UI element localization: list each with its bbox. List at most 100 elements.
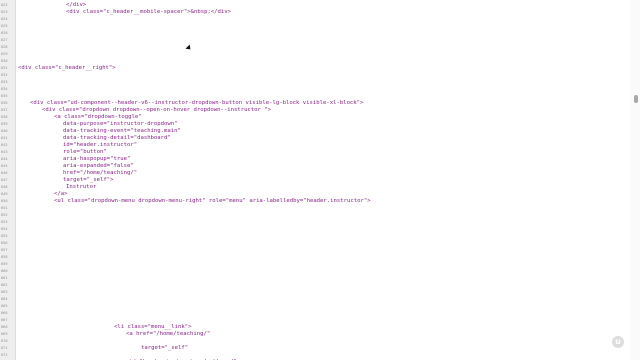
code-text: <div class="c_header__mobile-spacer">&nb… [66,9,232,15]
line-number: 633 [1,80,8,84]
watermark-icon: u [612,336,624,348]
code-line[interactable]: 648 Instrutor [0,184,628,191]
code-line[interactable]: 637 <div class="dropdown dropdown--open-o… [0,107,628,114]
code-line[interactable]: 645 aria-expanded="false" [0,163,628,170]
line-number: 655 [1,234,8,238]
line-number: 652 [1,213,8,217]
line-number: 645 [1,164,8,168]
code-line[interactable]: 627 [0,37,628,44]
code-line[interactable]: 655 [0,233,628,240]
code-line[interactable]: 636 <div class="ud-component--header-v6--… [0,100,628,107]
line-number: 632 [1,73,8,77]
code-text: href="/home/teaching/" [63,170,138,176]
line-number: 667 [1,318,8,322]
line-number: 663 [1,290,8,294]
code-line[interactable]: 656 [0,240,628,247]
line-number: 637 [1,108,8,112]
code-line[interactable]: 653 [0,219,628,226]
code-line[interactable]: 635 [0,93,628,100]
code-line[interactable]: 659 [0,261,628,268]
code-line[interactable]: 631 <div class="c_header__right"> [0,65,628,72]
code-line[interactable]: 650 <ul class="dropdown-menu dropdown-men… [0,198,628,205]
code-line[interactable]: 622 </div> [0,2,628,9]
code-text: data-tracking-event="teaching.main" [63,128,181,134]
scrollbar-thumb[interactable] [634,95,638,103]
code-line[interactable]: 639 data-purpose="instructor-dropdown" [0,121,628,128]
code-text: aria-haspopup="true" [63,156,131,162]
line-number: 669 [1,332,8,336]
code-line[interactable]: 626 [0,30,628,37]
code-line[interactable]: 652 [0,212,628,219]
code-line[interactable]: 633 [0,79,628,86]
line-number: 668 [1,325,8,329]
vertical-scrollbar[interactable] [630,0,640,360]
code-line[interactable]: 642 id="header.instructor" [0,142,628,149]
code-line[interactable]: 649 </a> [0,191,628,198]
code-editor[interactable]: 622 </div> 623 <div class="c_header__mobile… [0,0,628,360]
line-number: 643 [1,150,8,154]
code-line[interactable]: 643 role="button" [0,149,628,156]
code-line[interactable]: 663 [0,289,628,296]
code-text: aria-expanded="false" [63,163,134,169]
code-text: </div> [66,2,87,8]
code-text: role="button" [63,149,107,155]
line-number: 665 [1,304,8,308]
line-number: 635 [1,94,8,98]
code-line[interactable]: 657 [0,247,628,254]
code-line[interactable]: 669 <a href="/home/teaching/" [0,331,628,338]
code-line[interactable]: 660 [0,268,628,275]
line-number: 626 [1,31,8,35]
code-line[interactable]: 654 [0,226,628,233]
code-text: target="_self"> [63,177,114,183]
code-line[interactable]: 638 <a class="dropdown-toggle" [0,114,628,121]
line-number: 662 [1,283,8,287]
code-line[interactable]: 672 [0,352,628,359]
code-line[interactable]: 646 href="/home/teaching/" [0,170,628,177]
code-line[interactable]: 670 [0,338,628,345]
line-number: 664 [1,297,8,301]
line-number: 654 [1,227,8,231]
line-number: 628 [1,45,8,49]
code-text: <div class="c_header__right"> [18,65,116,71]
code-line[interactable]: 624 [0,16,628,23]
code-line[interactable]: 668 <li class="menu__link"> [0,324,628,331]
code-line[interactable]: 651 [0,205,628,212]
code-text: data-purpose="instructor-dropdown" [63,121,178,127]
code-line[interactable]: 625 [0,23,628,30]
line-number: 622 [1,3,8,7]
code-line[interactable]: 658 [0,254,628,261]
code-line[interactable]: 661 [0,275,628,282]
code-line[interactable]: 644 aria-haspopup="true" [0,156,628,163]
code-text: <div class="ud-component--header-v6--ins… [30,100,364,106]
code-line[interactable]: 634 [0,86,628,93]
code-line[interactable]: 630 [0,58,628,65]
line-number: 627 [1,38,8,42]
code-line[interactable]: 647 target="_self"> [0,177,628,184]
code-line[interactable]: 664 [0,296,628,303]
code-line[interactable]: 671 target="_self" [0,345,628,352]
code-text: </a> [54,191,68,197]
line-number: 659 [1,262,8,266]
line-number: 670 [1,339,8,343]
code-line[interactable]: 667 [0,317,628,324]
line-number: 666 [1,311,8,315]
code-line[interactable]: 662 [0,282,628,289]
code-line[interactable]: 628 [0,44,628,51]
code-line[interactable]: 629 [0,51,628,58]
line-number: 653 [1,220,8,224]
line-number: 657 [1,248,8,252]
code-line[interactable]: 665 [0,303,628,310]
line-number: 672 [1,353,8,357]
code-line[interactable]: 666 [0,310,628,317]
code-line[interactable]: 640 data-tracking-event="teaching.main" [0,128,628,135]
code-text: data-tracking-detail="dashboard" [63,135,171,141]
line-number: 636 [1,101,8,105]
line-number: 658 [1,255,8,259]
code-text: Instrutor [66,184,97,190]
line-number: 625 [1,24,8,28]
line-number: 629 [1,52,8,56]
code-line[interactable]: 623 <div class="c_header__mobile-spacer">… [0,9,628,16]
code-line[interactable]: 632 [0,72,628,79]
code-line[interactable]: 641 data-tracking-detail="dashboard" [0,135,628,142]
code-text: <ul class="dropdown-menu dropdown-menu-r… [54,198,371,204]
